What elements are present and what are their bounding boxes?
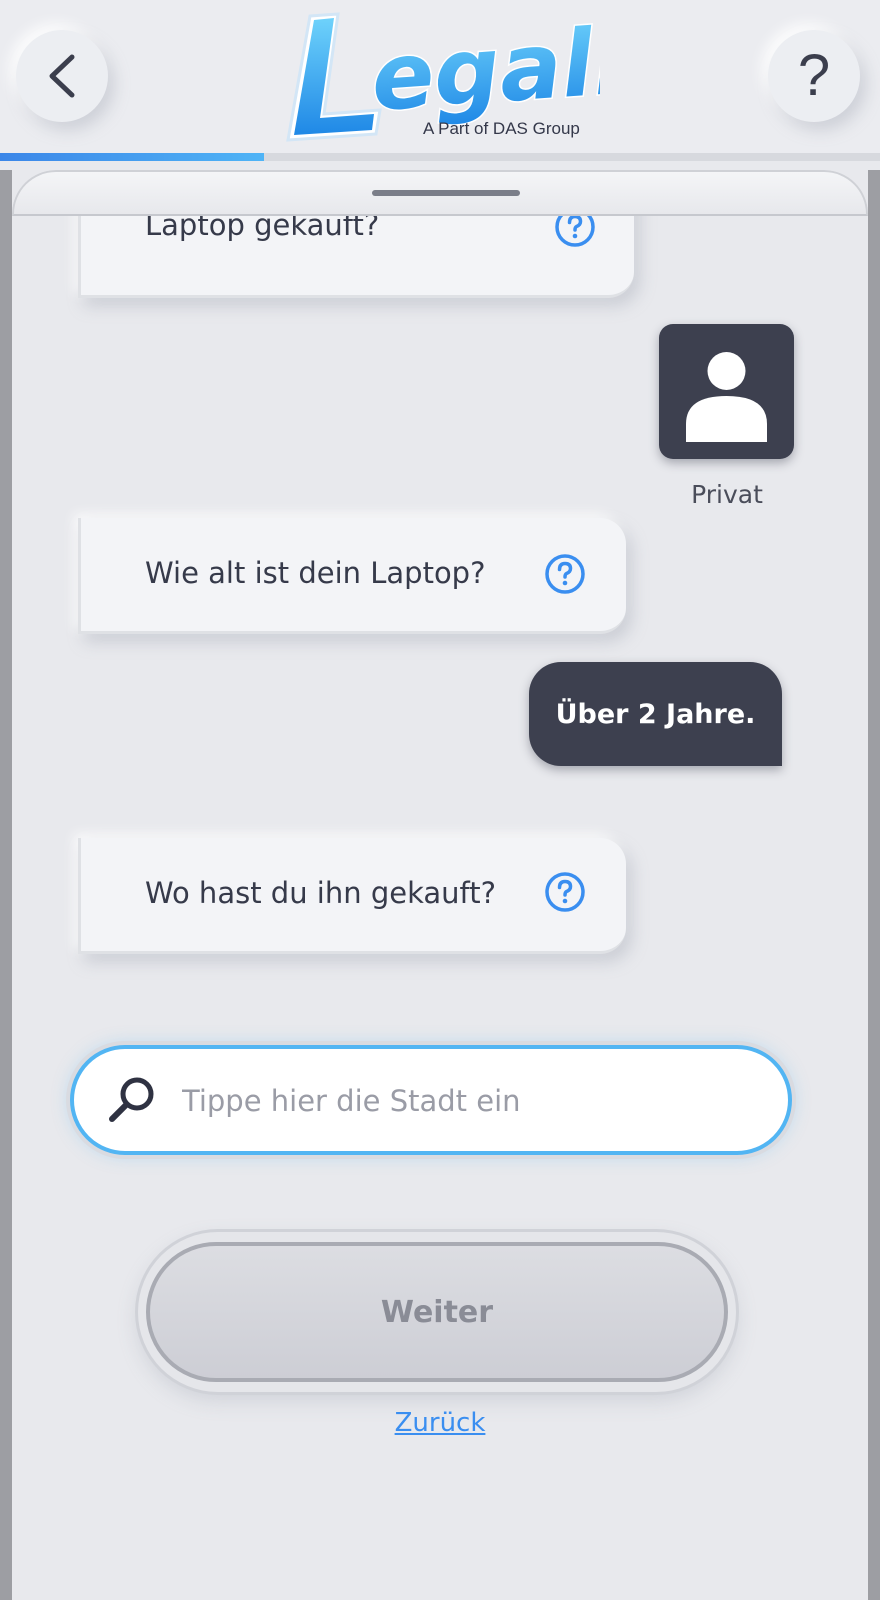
progress-bar	[0, 153, 880, 161]
logo-tagline: A Part of DAS Group	[423, 119, 580, 138]
back-button[interactable]	[16, 30, 108, 122]
help-button[interactable]: ?	[768, 30, 860, 122]
user-message-text: Über 2 Jahre.	[555, 698, 756, 730]
app-header: egally A Part of DAS Group ?	[0, 0, 880, 161]
user-message: Über 2 Jahre.	[529, 662, 782, 766]
help-circle-icon[interactable]	[544, 871, 586, 913]
search-icon	[109, 1077, 154, 1122]
city-search-field[interactable]	[70, 1045, 792, 1155]
bot-message-text: Wo hast du ihn gekauft?	[145, 876, 496, 910]
sheet-handle-bar[interactable]	[12, 170, 868, 216]
svg-text:egally: egally	[368, 3, 600, 132]
backdrop-left	[0, 170, 12, 1600]
progress-fill	[0, 153, 264, 161]
next-button[interactable]: Weiter	[138, 1232, 736, 1392]
chevron-left-icon	[49, 54, 75, 98]
private-person-card[interactable]	[659, 324, 794, 459]
help-circle-icon[interactable]	[544, 553, 586, 595]
bot-message-text: Wie alt ist dein Laptop?	[145, 556, 486, 590]
drag-handle[interactable]	[372, 190, 520, 196]
next-button-label: Weiter	[380, 1294, 494, 1330]
backdrop-right	[868, 170, 880, 1600]
city-search-input[interactable]	[180, 1069, 764, 1133]
back-link[interactable]: Zurück	[12, 1408, 868, 1438]
private-person-label: Privat	[691, 480, 763, 509]
person-icon	[686, 352, 767, 442]
bot-message: Wie alt ist dein Laptop?	[78, 518, 626, 634]
bot-message: Wo hast du ihn gekauft?	[78, 838, 626, 954]
next-button-face: Weiter	[146, 1242, 728, 1382]
chat-sheet: Laptop gekauft? Privat Wie alt ist dein …	[12, 170, 868, 1600]
question-mark-icon: ?	[797, 43, 831, 108]
